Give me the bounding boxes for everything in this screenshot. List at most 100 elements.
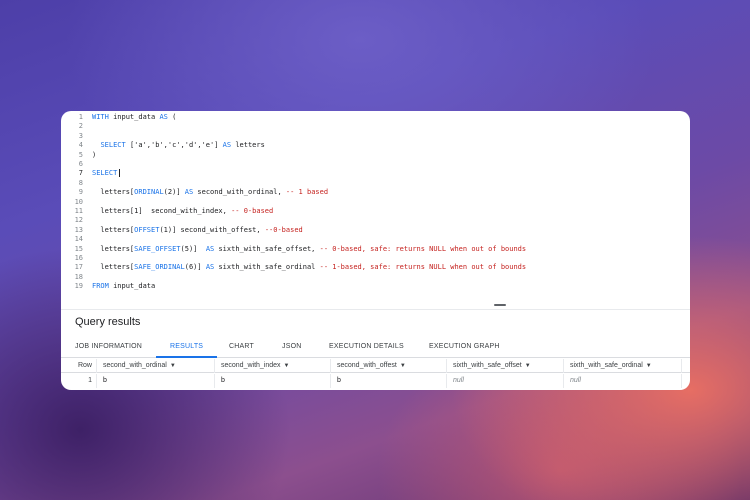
sql-keyword: AS <box>184 188 194 197</box>
sql-comment: -- 0-based <box>231 207 274 215</box>
sql-text: ) <box>92 150 97 159</box>
line-number: 9 <box>78 188 83 197</box>
line-number: 8 <box>78 178 83 187</box>
table-cell[interactable]: b <box>97 374 215 388</box>
table-row[interactable]: 1 b b b null null <box>61 374 690 388</box>
sql-comment: -- 0-based, safe: returns NULL when out … <box>319 244 527 253</box>
code-line[interactable]: 8 <box>61 179 690 188</box>
sql-text: letters <box>231 141 265 150</box>
sort-arrow-icon[interactable]: ▼ <box>646 359 652 373</box>
line-number: 3 <box>78 131 83 140</box>
column-header[interactable]: second_with_ordinal ▼ <box>97 359 215 373</box>
code-line[interactable]: 6 <box>61 160 690 169</box>
code-line[interactable]: 1 WITH input_data AS ( <box>61 113 690 122</box>
bigquery-panel: 1 WITH input_data AS (2 3 4 SELECT ['a','b'… <box>61 111 690 390</box>
line-number: 18 <box>74 272 83 281</box>
line-number: 11 <box>74 207 83 215</box>
code-line[interactable]: 12 <box>61 216 690 225</box>
code-line[interactable]: 10 <box>61 198 690 207</box>
code-line[interactable]: 2 <box>61 122 690 131</box>
code-line[interactable]: 14 <box>61 235 690 244</box>
line-number: 17 <box>74 263 83 272</box>
sql-keyword: ORDINAL <box>134 188 164 197</box>
column-header-label: sixth_with_safe_offset <box>453 362 522 369</box>
tab-results[interactable]: RESULTS <box>156 336 218 358</box>
sql-text: input_data <box>108 113 160 121</box>
sql-keyword: AS <box>159 113 168 121</box>
code-line[interactable]: 9 letters[ORDINAL(2)] AS second_with_ord… <box>61 188 690 197</box>
results-title: Query results <box>75 316 141 328</box>
sql-keyword: FROM <box>92 282 109 291</box>
column-header-label: second_with_ordinal <box>103 362 167 369</box>
tab-chart[interactable]: CHART <box>229 336 254 358</box>
code-text: SELECT ['a','b','c','d','e'] AS letters <box>92 141 265 150</box>
sql-text: letters[1] second_with_index, <box>92 207 232 215</box>
column-header[interactable]: sixth_with_safe_ordinal ▼ <box>564 359 682 373</box>
code-text: letters[1] second_with_index, -- 0-based <box>92 207 273 216</box>
sql-text: (5)] <box>180 244 206 253</box>
sql-keyword: OFFSET <box>134 225 160 234</box>
text-cursor <box>119 169 121 178</box>
results-table: Row second_with_ordinal ▼ second_with_index… <box>61 359 690 390</box>
sql-comment: -- 1 based <box>285 188 329 197</box>
line-number: 12 <box>74 216 83 225</box>
sql-text: sixth_with_safe_offset, <box>214 244 320 253</box>
row-number: 1 <box>61 374 97 388</box>
code-line[interactable]: 13 letters[OFFSET(1)] second_with_offest… <box>61 226 690 235</box>
sql-editor[interactable]: 1 WITH input_data AS (2 3 4 SELECT ['a','b'… <box>61 111 690 297</box>
sql-keyword: AS <box>205 244 215 253</box>
line-number: 16 <box>74 254 83 262</box>
code-text: letters[SAFE_OFFSET(5)] AS sixth_with_sa… <box>92 245 526 254</box>
divider <box>61 309 690 310</box>
tab-job-information[interactable]: JOB INFORMATION <box>75 336 142 358</box>
code-line[interactable]: 3 <box>61 132 690 141</box>
resize-handle[interactable] <box>494 304 506 306</box>
sql-comment: -- 1-based, safe: returns NULL when out … <box>319 263 527 272</box>
table-cell[interactable]: b <box>215 374 331 388</box>
line-number: 19 <box>74 282 83 291</box>
code-line[interactable]: 15 letters[SAFE_OFFSET(5)] AS sixth_with… <box>61 245 690 254</box>
table-cell[interactable]: null <box>564 374 682 388</box>
line-number: 5 <box>78 150 83 159</box>
tab-execution-details[interactable]: EXECUTION DETAILS <box>329 336 404 358</box>
sql-text: letters[ <box>92 244 135 253</box>
code-line[interactable]: 16 <box>61 254 690 263</box>
sql-text: letters[ <box>92 225 135 234</box>
sort-arrow-icon[interactable]: ▼ <box>525 359 531 373</box>
code-line[interactable]: 18 <box>61 273 690 282</box>
sort-arrow-icon[interactable]: ▼ <box>170 359 176 373</box>
sql-text: second_with_ordinal, <box>193 188 286 197</box>
line-number: 14 <box>74 235 83 244</box>
results-tabs: JOB INFORMATION RESULTS CHART JSON EXECUTION… <box>61 336 690 358</box>
tab-json[interactable]: JSON <box>282 336 301 358</box>
sql-text: (6)] <box>184 263 206 272</box>
code-line[interactable]: 7 SELECT <box>61 169 690 178</box>
code-text: letters[ORDINAL(2)] AS second_with_ordin… <box>92 188 328 197</box>
column-header[interactable]: second_with_offest ▼ <box>331 359 447 373</box>
code-text: SELECT <box>92 169 121 178</box>
code-line[interactable]: 11 letters[1] second_with_index, -- 0-ba… <box>61 207 690 216</box>
column-header-label: second_with_index <box>221 362 281 369</box>
sort-arrow-icon[interactable]: ▼ <box>400 359 406 373</box>
column-header-label: sixth_with_safe_ordinal <box>570 362 643 369</box>
sql-text: (2)] <box>163 188 185 197</box>
code-line[interactable]: 4 SELECT ['a','b','c','d','e'] AS letter… <box>61 141 690 150</box>
sql-keyword: AS <box>205 263 215 272</box>
sql-keyword: SELECT <box>92 169 118 178</box>
sql-keyword: WITH <box>92 113 109 121</box>
table-cell[interactable]: b <box>331 374 447 388</box>
sort-arrow-icon[interactable]: ▼ <box>284 359 290 373</box>
table-cell[interactable]: null <box>447 374 564 388</box>
column-header[interactable]: sixth_with_safe_offset ▼ <box>447 359 564 373</box>
tab-execution-graph[interactable]: EXECUTION GRAPH <box>429 336 500 358</box>
code-text: FROM input_data <box>92 282 155 291</box>
code-line[interactable]: 19 FROM input_data <box>61 282 690 291</box>
sql-keyword: SAFE_ORDINAL <box>134 263 185 272</box>
column-header[interactable]: second_with_index ▼ <box>215 359 331 373</box>
code-line[interactable]: 17 letters[SAFE_ORDINAL(6)] AS sixth_wit… <box>61 263 690 272</box>
line-number: 2 <box>78 122 83 131</box>
code-line[interactable]: 5) <box>61 151 690 160</box>
sql-text: letters[ <box>92 188 135 197</box>
sql-keyword: SELECT <box>100 141 126 150</box>
line-number: 6 <box>78 160 83 168</box>
